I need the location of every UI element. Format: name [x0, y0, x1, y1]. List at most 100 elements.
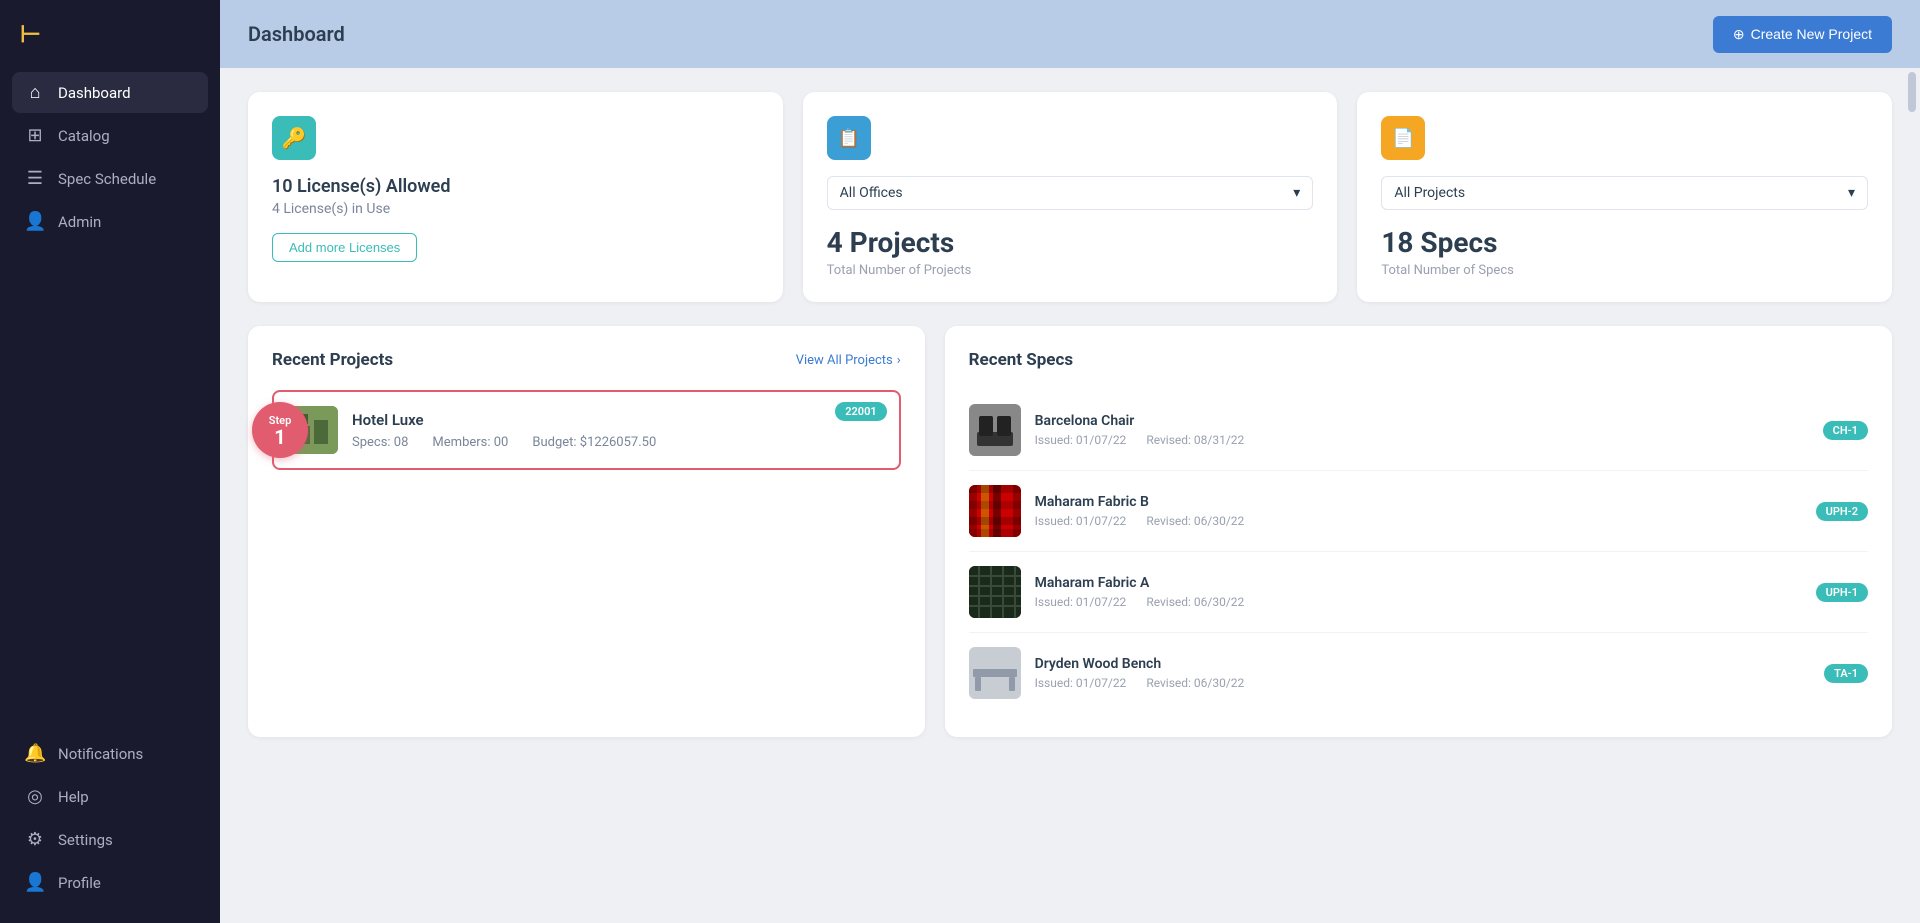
spec-issued: Issued: 01/07/22 [1035, 595, 1127, 609]
all-projects-dropdown[interactable]: All Projects ▾ [1381, 176, 1868, 210]
spec-badge: CH-1 [1823, 421, 1868, 440]
spec-thumbnail [969, 647, 1021, 699]
project-specs: Specs: 08 [352, 435, 408, 450]
sidebar: ⊢ ⌂ Dashboard ⊞ Catalog ☰ Spec Schedule … [0, 0, 220, 923]
spec-meta: Issued: 01/07/22 Revised: 06/30/22 [1035, 595, 1802, 609]
spec-revised: Revised: 06/30/22 [1146, 514, 1244, 528]
spec-name: Dryden Wood Bench [1035, 656, 1810, 672]
sidebar-item-catalog[interactable]: ⊞ Catalog [12, 115, 208, 156]
spec-schedule-icon: ☰ [24, 168, 46, 189]
sidebar-item-profile-label: Profile [58, 874, 101, 892]
spec-name: Maharam Fabric B [1035, 494, 1802, 510]
spec-thumbnail [969, 485, 1021, 537]
spec-info: Maharam Fabric B Issued: 01/07/22 Revise… [1035, 494, 1802, 528]
spec-info: Barcelona Chair Issued: 01/07/22 Revised… [1035, 413, 1809, 447]
spec-issued: Issued: 01/07/22 [1035, 433, 1127, 447]
project-info: Hotel Luxe Specs: 08 Members: 00 Budget:… [352, 411, 883, 450]
licenses-card: 🔑 10 License(s) Allowed 4 License(s) in … [248, 92, 783, 302]
all-offices-dropdown[interactable]: All Offices ▾ [827, 176, 1314, 210]
scroll-indicator [1908, 72, 1916, 112]
dropdown-chevron-specs-icon: ▾ [1848, 185, 1855, 201]
sidebar-item-help[interactable]: ◎ Help [12, 776, 208, 817]
create-button-label: Create New Project [1751, 26, 1872, 42]
project-meta: Specs: 08 Members: 00 Budget: $1226057.5… [352, 435, 883, 450]
sidebar-item-profile[interactable]: 👤 Profile [12, 862, 208, 903]
step-badge: Step 1 [252, 402, 308, 458]
sidebar-item-settings[interactable]: ⚙ Settings [12, 819, 208, 860]
create-button-icon: ⊕ [1733, 26, 1745, 43]
licenses-allowed: 10 License(s) Allowed [272, 176, 759, 197]
specs-icon: 📄 [1392, 128, 1414, 149]
spec-revised: Revised: 06/30/22 [1146, 676, 1244, 690]
sidebar-item-help-label: Help [58, 788, 89, 806]
licenses-in-use: 4 License(s) in Use [272, 201, 759, 217]
create-new-project-button[interactable]: ⊕ Create New Project [1713, 16, 1892, 53]
specs-card-icon: 📄 [1381, 116, 1425, 160]
spec-badge: TA-1 [1824, 664, 1868, 683]
spec-item[interactable]: Dryden Wood Bench Issued: 01/07/22 Revis… [969, 633, 1868, 713]
projects-count-label: Total Number of Projects [827, 263, 1314, 278]
project-members: Members: 00 [432, 435, 508, 450]
spec-name: Maharam Fabric A [1035, 575, 1802, 591]
spec-badge: UPH-1 [1816, 583, 1868, 602]
spec-thumbnail [969, 404, 1021, 456]
sidebar-item-dashboard[interactable]: ⌂ Dashboard [12, 72, 208, 113]
specs-card: 📄 All Projects ▾ 18 Specs Total Number o… [1357, 92, 1892, 302]
view-all-projects-link[interactable]: View All Projects › [796, 353, 901, 368]
sidebar-bottom: 🔔 Notifications ◎ Help ⚙ Settings 👤 Prof… [0, 733, 220, 923]
sidebar-item-admin[interactable]: 👤 Admin [12, 201, 208, 242]
recent-projects-title: Recent Projects [272, 350, 393, 370]
recent-specs-header: Recent Specs [969, 350, 1868, 370]
all-offices-label: All Offices [840, 185, 903, 201]
page-title: Dashboard [248, 22, 345, 46]
recent-specs-card: Recent Specs [945, 326, 1892, 737]
projects-count: 4 Projects [827, 226, 1314, 259]
spec-item[interactable]: Maharam Fabric B Issued: 01/07/22 Revise… [969, 471, 1868, 552]
recent-projects-card: Recent Projects View All Projects › Step… [248, 326, 925, 737]
sidebar-item-spec-schedule-label: Spec Schedule [58, 170, 156, 188]
stats-row: 🔑 10 License(s) Allowed 4 License(s) in … [248, 92, 1892, 302]
project-badge: 22001 [835, 402, 886, 421]
main-content: Dashboard ⊕ Create New Project 🔑 10 Lice… [220, 0, 1920, 923]
projects-card-icon: 📋 [827, 116, 871, 160]
sidebar-item-notifications-label: Notifications [58, 745, 143, 763]
app-logo: ⊢ [0, 0, 220, 72]
spec-meta: Issued: 01/07/22 Revised: 06/30/22 [1035, 514, 1802, 528]
admin-icon: 👤 [24, 211, 46, 232]
spec-badge: UPH-2 [1816, 502, 1868, 521]
project-row[interactable]: Hotel Luxe Specs: 08 Members: 00 Budget:… [272, 390, 901, 470]
content-area: 🔑 10 License(s) Allowed 4 License(s) in … [220, 68, 1920, 923]
spec-info: Maharam Fabric A Issued: 01/07/22 Revise… [1035, 575, 1802, 609]
catalog-icon: ⊞ [24, 125, 46, 146]
project-name: Hotel Luxe [352, 411, 883, 429]
spec-info: Dryden Wood Bench Issued: 01/07/22 Revis… [1035, 656, 1810, 690]
project-budget: Budget: $1226057.50 [532, 435, 656, 450]
specs-list: Barcelona Chair Issued: 01/07/22 Revised… [969, 390, 1868, 713]
profile-icon: 👤 [24, 872, 46, 893]
spec-name: Barcelona Chair [1035, 413, 1809, 429]
sidebar-nav: ⌂ Dashboard ⊞ Catalog ☰ Spec Schedule 👤 … [0, 72, 220, 733]
spec-item[interactable]: Maharam Fabric A Issued: 01/07/22 Revise… [969, 552, 1868, 633]
key-icon: 🔑 [282, 126, 307, 150]
sidebar-item-notifications[interactable]: 🔔 Notifications [12, 733, 208, 774]
header: Dashboard ⊕ Create New Project [220, 0, 1920, 68]
add-licenses-button[interactable]: Add more Licenses [272, 233, 417, 262]
specs-count: 18 Specs [1381, 226, 1868, 259]
spec-issued: Issued: 01/07/22 [1035, 676, 1127, 690]
spec-revised: Revised: 06/30/22 [1146, 595, 1244, 609]
notifications-icon: 🔔 [24, 743, 46, 764]
recent-specs-title: Recent Specs [969, 350, 1073, 370]
sidebar-item-spec-schedule[interactable]: ☰ Spec Schedule [12, 158, 208, 199]
settings-icon: ⚙ [24, 829, 46, 850]
project-list: Step 1 [272, 390, 901, 470]
spec-item[interactable]: Barcelona Chair Issued: 01/07/22 Revised… [969, 390, 1868, 471]
sidebar-item-dashboard-label: Dashboard [58, 84, 131, 102]
spec-thumbnail [969, 566, 1021, 618]
sidebar-item-admin-label: Admin [58, 213, 101, 231]
dashboard-icon: ⌂ [24, 82, 46, 103]
spec-revised: Revised: 08/31/22 [1146, 433, 1244, 447]
projects-card: 📋 All Offices ▾ 4 Projects Total Number … [803, 92, 1338, 302]
spec-meta: Issued: 01/07/22 Revised: 08/31/22 [1035, 433, 1809, 447]
spec-issued: Issued: 01/07/22 [1035, 514, 1127, 528]
recent-projects-header: Recent Projects View All Projects › [272, 350, 901, 370]
